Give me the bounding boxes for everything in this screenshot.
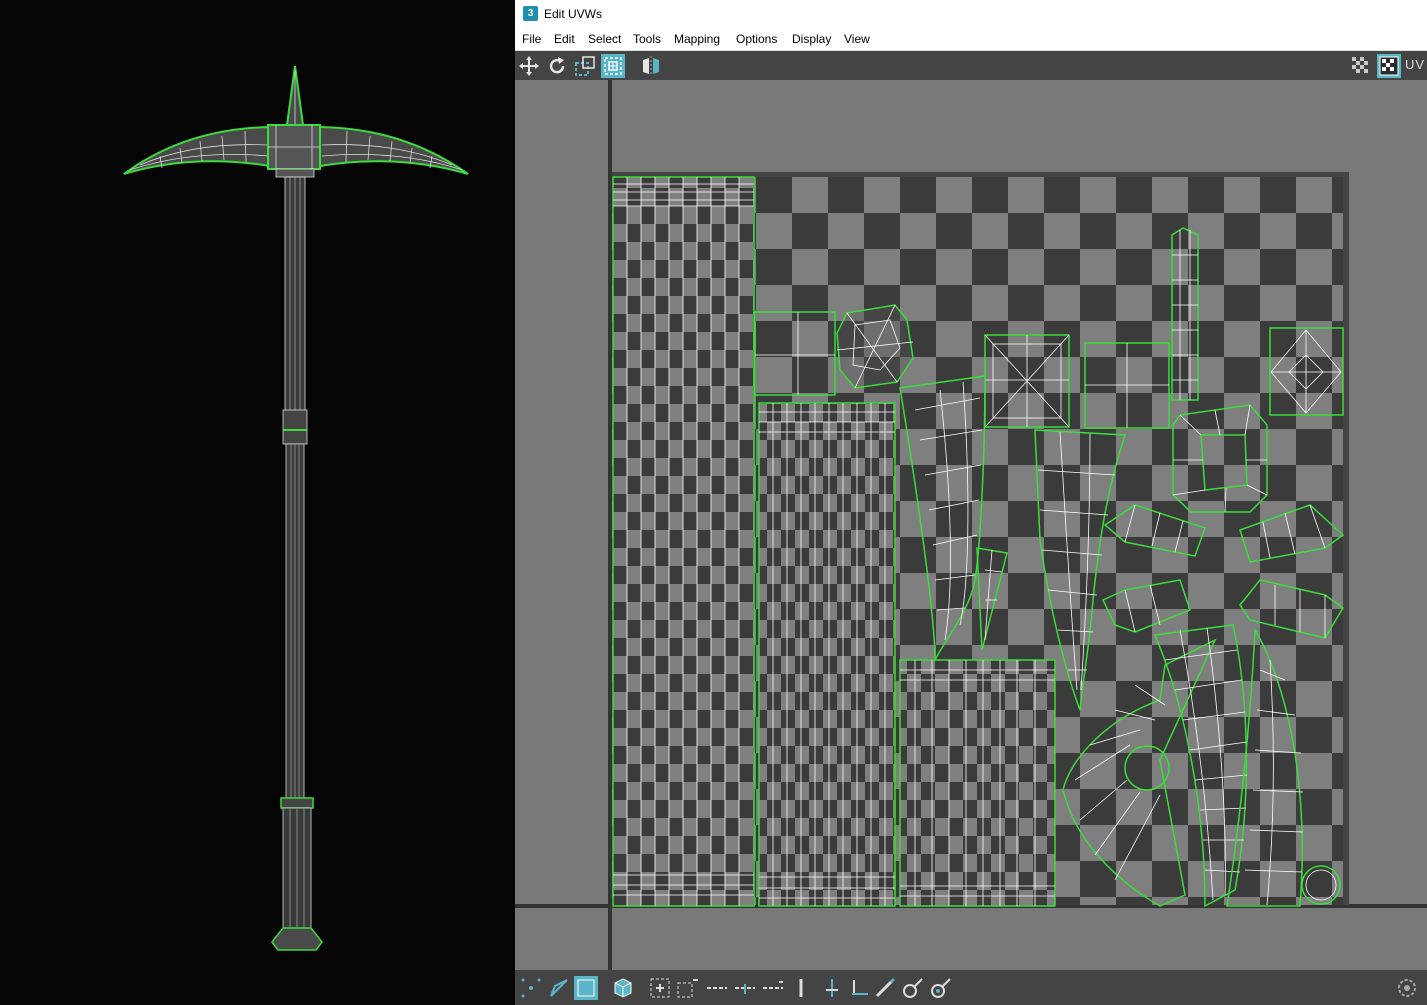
relax-icon[interactable] <box>929 976 953 1000</box>
menu-mapping[interactable]: Mapping <box>674 32 720 46</box>
paint-select-icon[interactable] <box>901 976 925 1000</box>
menu-options[interactable]: Options <box>736 32 777 46</box>
edit-uvws-window: 3 Edit UVWs File Edit Select Tools Mappi… <box>515 0 1427 1005</box>
uv-toolbar: UV <box>515 51 1427 80</box>
menu-edit[interactable]: Edit <box>554 32 575 46</box>
freeform-icon[interactable] <box>601 54 625 78</box>
shrink-selection-icon[interactable] <box>705 976 729 1000</box>
menu-tools[interactable]: Tools <box>633 32 661 46</box>
menu-display[interactable]: Display <box>792 32 831 46</box>
face-select-icon[interactable] <box>574 976 598 1000</box>
grow-loop-icon[interactable] <box>791 976 815 1000</box>
expand-selection-icon[interactable] <box>675 976 699 1000</box>
vertex-select-icon[interactable] <box>519 976 543 1000</box>
uv-editor-canvas[interactable] <box>515 80 1427 970</box>
scale-icon[interactable] <box>573 54 597 78</box>
select-by-element-icon[interactable] <box>648 976 672 1000</box>
move-icon[interactable] <box>517 54 541 78</box>
texture-map-icon[interactable] <box>1377 54 1401 78</box>
edge-select-icon[interactable] <box>547 976 571 1000</box>
app-icon: 3 <box>523 6 538 21</box>
window-title: Edit UVWs <box>544 7 603 21</box>
loop-icon[interactable] <box>733 976 757 1000</box>
element-select-icon[interactable] <box>611 976 635 1000</box>
title-bar[interactable]: 3 Edit UVWs <box>515 0 1427 29</box>
ring-icon[interactable] <box>761 976 785 1000</box>
uv-label: UV <box>1404 57 1425 72</box>
mirror-icon[interactable] <box>639 54 663 78</box>
3d-viewport[interactable] <box>0 0 515 1005</box>
rotate-icon[interactable] <box>545 54 569 78</box>
checker-pattern-icon[interactable] <box>1349 54 1373 78</box>
settings-icon[interactable] <box>1395 976 1419 1000</box>
straighten-icon[interactable] <box>873 976 897 1000</box>
align-vertical-icon[interactable] <box>820 976 844 1000</box>
menu-file[interactable]: File <box>522 32 541 46</box>
menu-view[interactable]: View <box>844 32 870 46</box>
menu-select[interactable]: Select <box>588 32 621 46</box>
menu-bar: File Edit Select Tools Mapping Options D… <box>515 29 1427 51</box>
pickaxe-model <box>123 65 469 951</box>
align-horizontal-icon[interactable] <box>848 976 872 1000</box>
uv-layout <box>515 80 1427 970</box>
bottom-toolbar <box>515 970 1427 1005</box>
